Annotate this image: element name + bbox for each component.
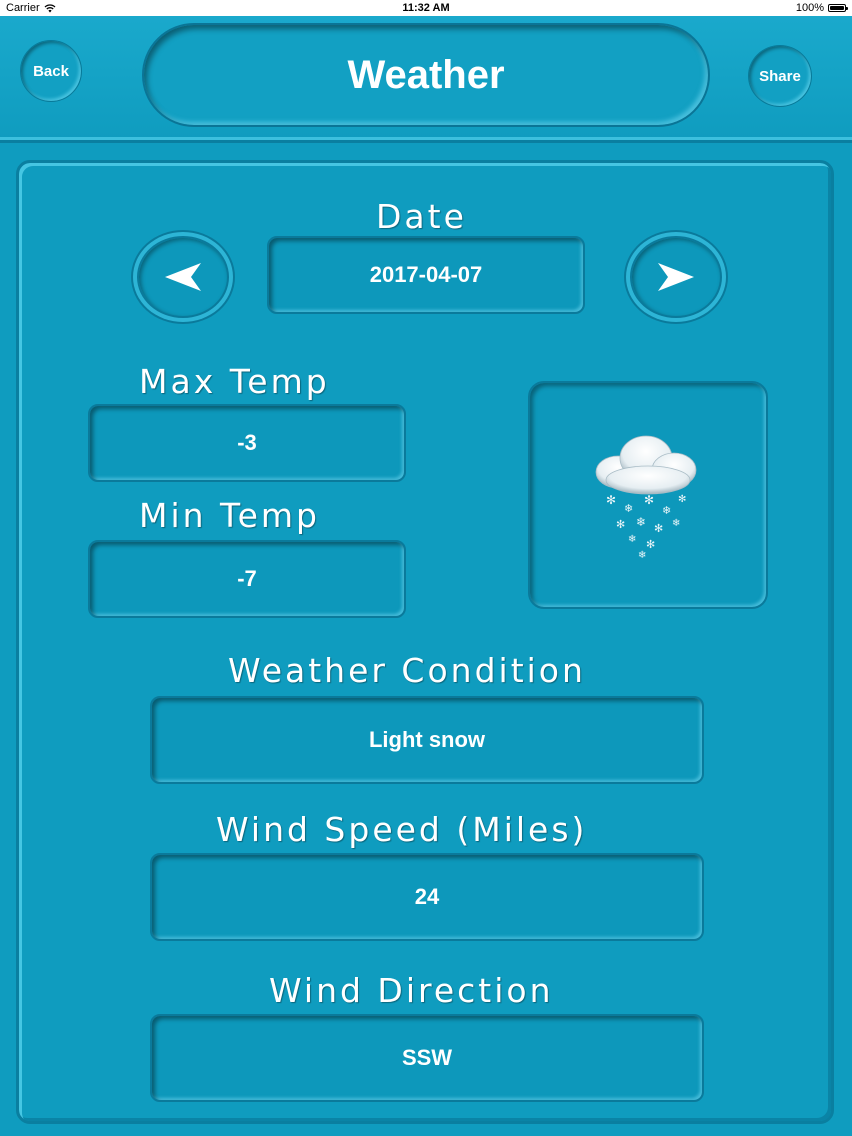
date-label: Date xyxy=(376,197,467,236)
svg-text:❄: ❄ xyxy=(624,502,633,515)
svg-text:✻: ✻ xyxy=(616,518,625,531)
svg-text:❄: ❄ xyxy=(636,515,646,529)
back-button[interactable]: Back xyxy=(20,40,82,102)
svg-text:✻: ✻ xyxy=(678,494,686,505)
page-title: Weather xyxy=(142,23,710,127)
wind-direction-label: Wind Direction xyxy=(269,971,554,1010)
min-temp-field: -7 xyxy=(88,540,406,618)
battery-group: 100% xyxy=(795,0,848,16)
svg-text:❄: ❄ xyxy=(662,504,671,517)
svg-text:❄: ❄ xyxy=(628,534,636,545)
max-temp-field: -3 xyxy=(88,404,406,482)
next-date-button[interactable] xyxy=(630,236,722,318)
svg-text:✻: ✻ xyxy=(654,522,663,535)
battery-icon xyxy=(828,4,848,12)
max-temp-label: Max Temp xyxy=(139,362,330,401)
weather-condition-label: Weather Condition xyxy=(228,651,586,690)
svg-text:✻: ✻ xyxy=(606,493,616,507)
snow-cloud-icon: ✻ ❄ ✻ ❄ ✻ ✻ ❄ ✻ ❄ ❄ ✻ ❄ xyxy=(595,435,697,560)
previous-date-button[interactable] xyxy=(137,236,229,318)
wind-speed-label: Wind Speed (Miles) xyxy=(216,810,588,849)
status-bar: Carrier 11:32 AM 100% xyxy=(0,0,852,16)
weather-condition-field: Light snow xyxy=(150,696,704,784)
share-button[interactable]: Share xyxy=(748,45,812,107)
date-field: 2017-04-07 xyxy=(267,236,585,314)
weather-icon-box: ✻ ❄ ✻ ❄ ✻ ✻ ❄ ✻ ❄ ❄ ✻ ❄ xyxy=(528,381,768,609)
battery-percent: 100% xyxy=(795,2,824,14)
svg-text:❄: ❄ xyxy=(638,550,646,560)
svg-text:✻: ✻ xyxy=(646,538,655,551)
svg-text:❄: ❄ xyxy=(672,518,680,529)
min-temp-label: Min Temp xyxy=(139,496,320,535)
status-time: 11:32 AM xyxy=(402,2,450,14)
arrow-left-icon xyxy=(165,263,201,291)
header-bar: Back Weather Share xyxy=(0,16,852,143)
arrow-right-icon xyxy=(658,263,694,291)
svg-text:✻: ✻ xyxy=(644,493,654,507)
wind-direction-field: SSW xyxy=(150,1014,704,1102)
wind-speed-field: 24 xyxy=(150,853,704,941)
